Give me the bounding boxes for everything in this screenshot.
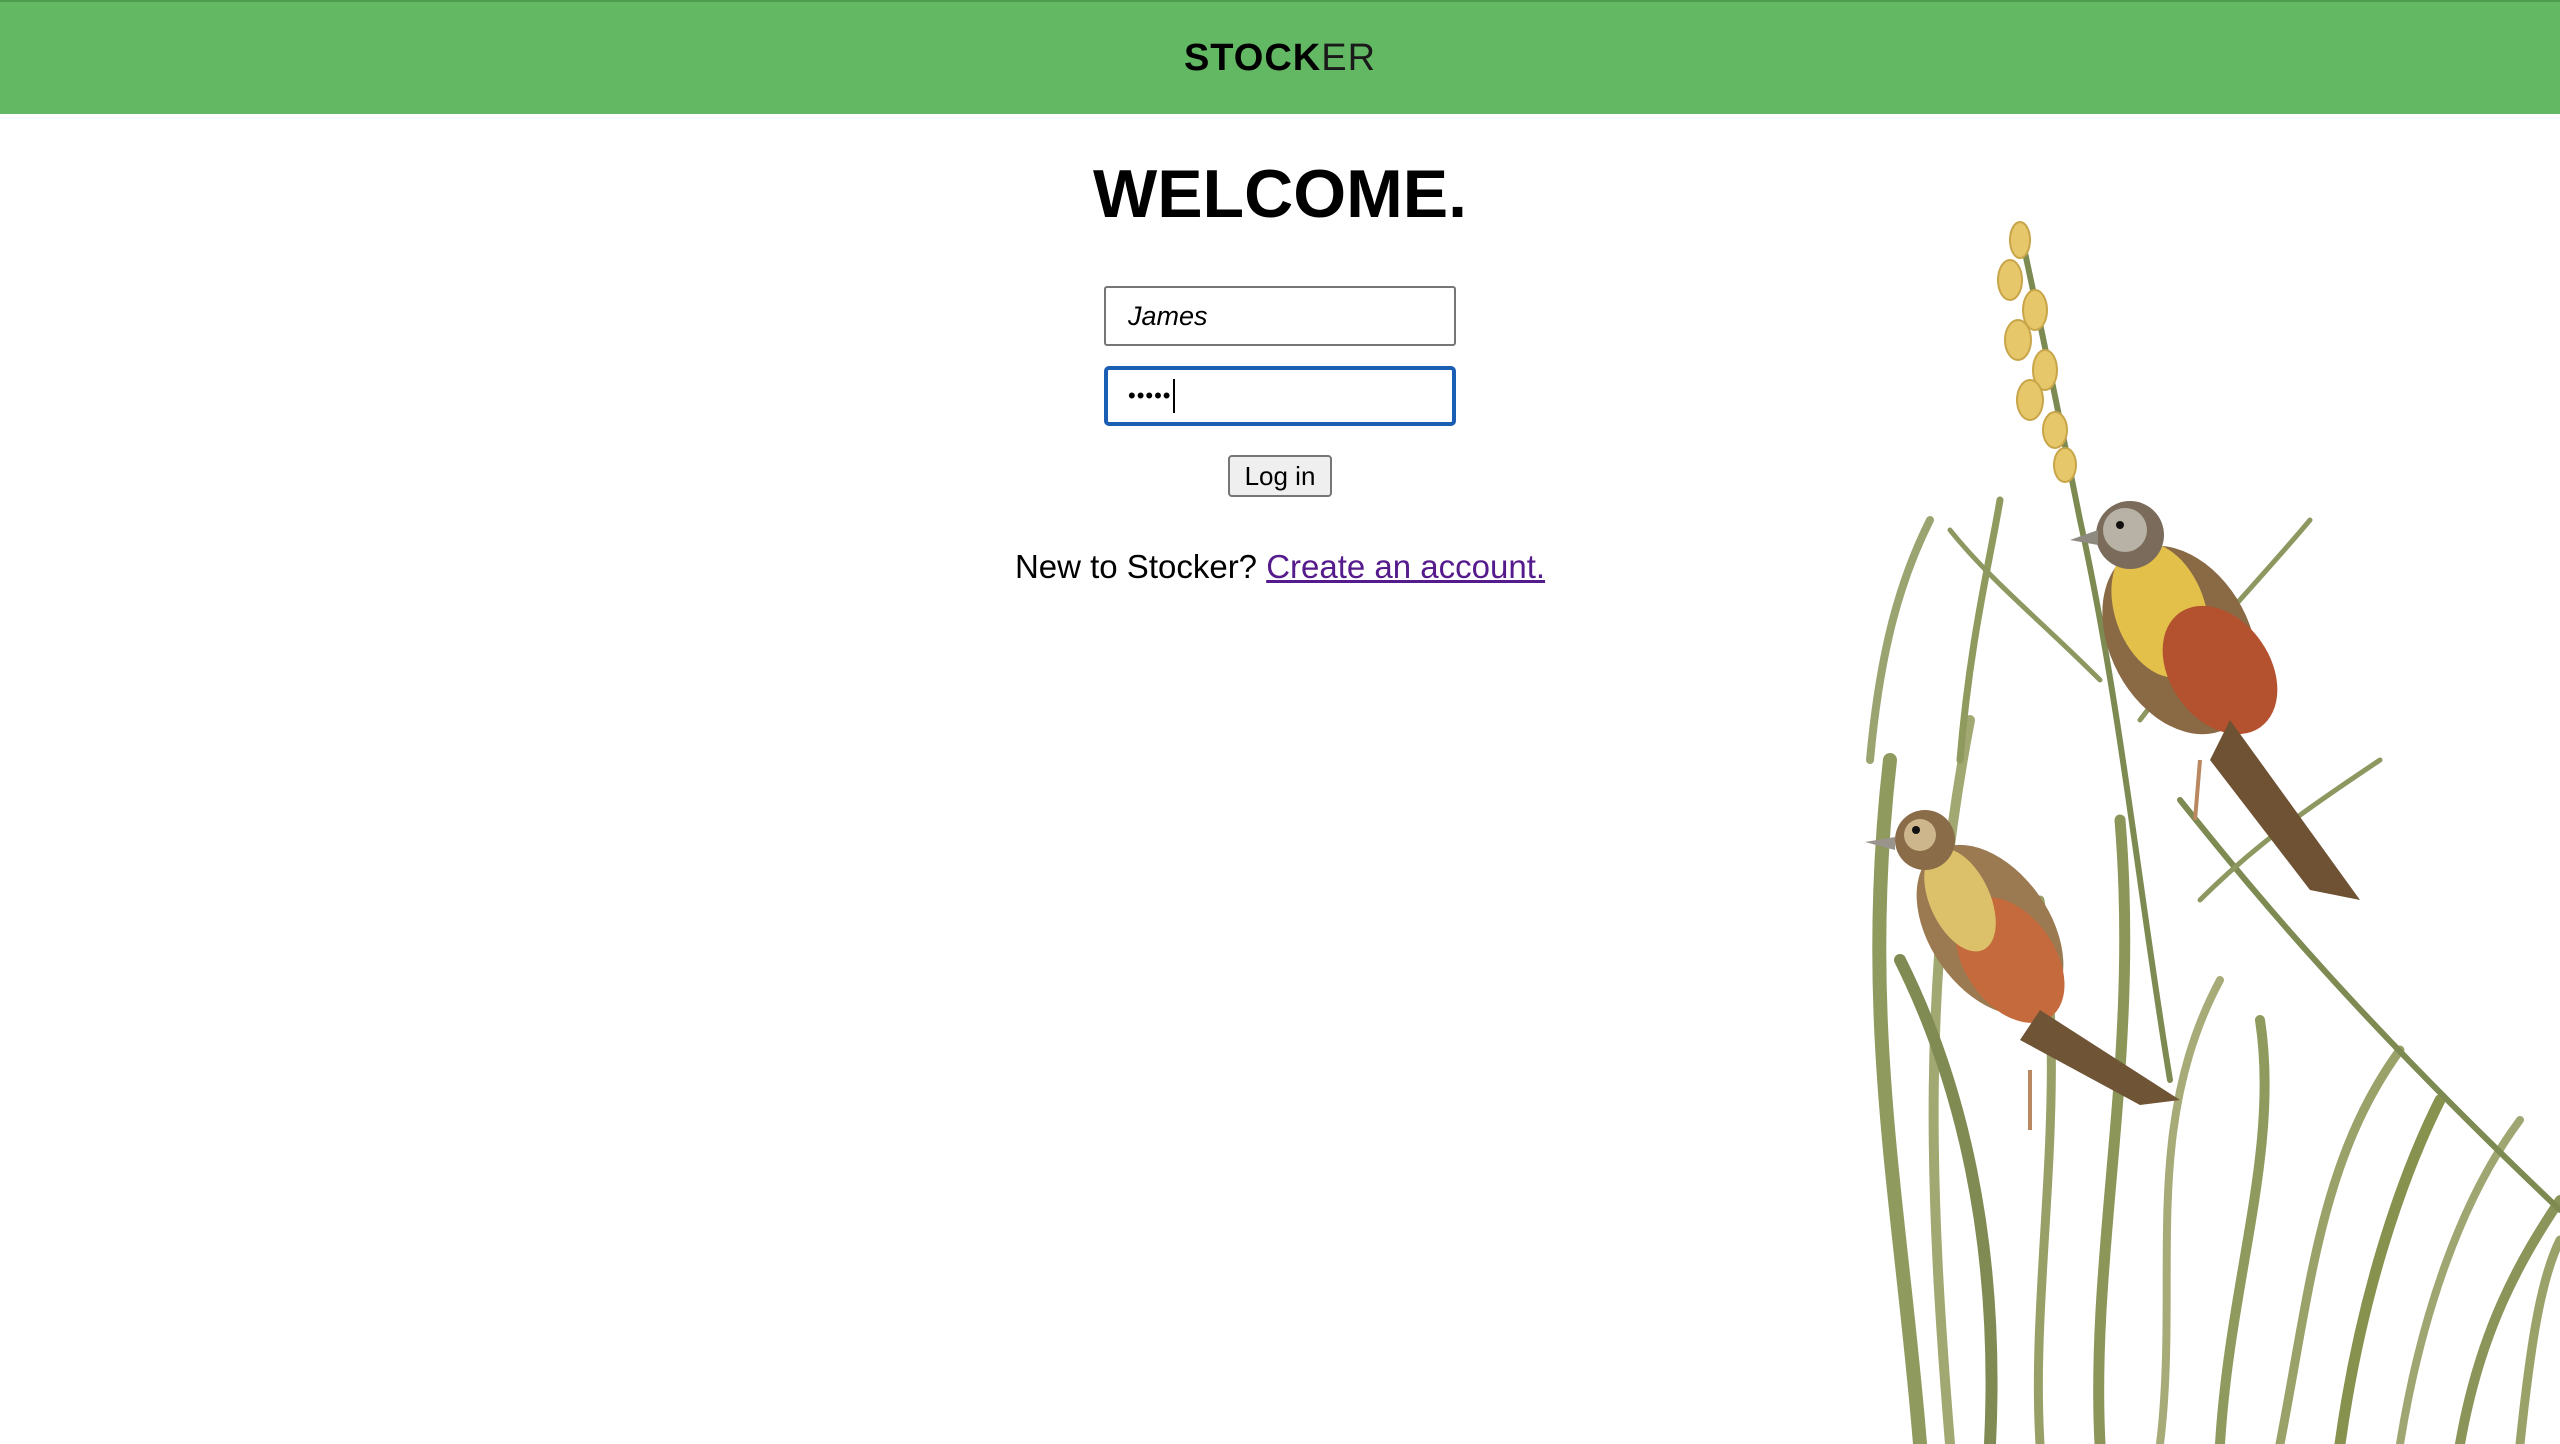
signup-line: New to Stocker? Create an account. xyxy=(0,548,2560,586)
text-caret xyxy=(1172,379,1175,413)
brand-logo[interactable]: STOCKER xyxy=(1184,37,1376,80)
brand-light-text: ER xyxy=(1321,36,1377,79)
create-account-link[interactable]: Create an account. xyxy=(1266,548,1545,585)
username-field[interactable]: James xyxy=(1104,286,1456,346)
password-field[interactable]: ••••• xyxy=(1104,366,1456,426)
brand-bold-text: STOCK xyxy=(1183,36,1322,79)
signup-prompt: New to Stocker? xyxy=(1014,548,1258,585)
page-title: WELCOME. xyxy=(1093,156,1467,232)
birds-on-grass-illustration xyxy=(1865,221,2560,1444)
login-button[interactable]: Log in xyxy=(1228,455,1332,497)
top-bar: STOCKER xyxy=(0,0,2560,114)
password-masked-value: ••••• xyxy=(1128,383,1172,408)
